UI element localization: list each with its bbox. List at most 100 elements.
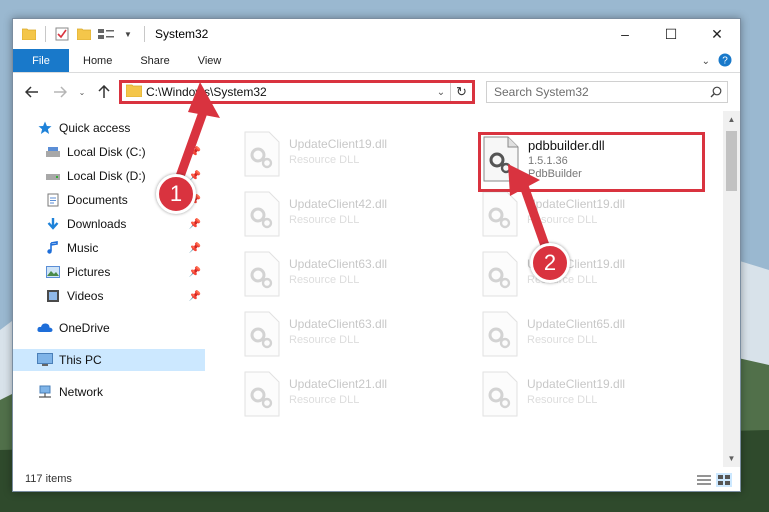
navigation-pane: Quick access Local Disk (C:) 📌 Local Dis…: [13, 115, 209, 467]
title-divider: [144, 26, 145, 42]
file-description: Resource DLL: [289, 154, 360, 166]
minimize-button[interactable]: –: [602, 19, 648, 49]
quick-access-toolbar: ▼: [13, 19, 147, 49]
file-description: Resource DLL: [527, 394, 598, 406]
scroll-down-icon[interactable]: ▼: [723, 450, 740, 467]
address-path[interactable]: C:\Windows\System32: [146, 85, 432, 99]
file-item[interactable]: UpdateClient65.dll Resource DLL: [481, 311, 701, 369]
up-arrow-icon[interactable]: [93, 81, 115, 103]
file-version: 1.5.1.36: [528, 155, 568, 167]
file-item[interactable]: UpdateClient19.dll Resource DLL: [481, 371, 701, 429]
file-item[interactable]: UpdateClient19.dll Resource DLL: [481, 191, 701, 249]
file-name: UpdateClient19.dll: [527, 377, 626, 391]
file-name: UpdateClient19.dll: [289, 137, 388, 151]
back-arrow-icon[interactable]: [21, 81, 43, 103]
pin-icon[interactable]: 📌: [189, 243, 201, 254]
drive-icon: [45, 144, 61, 160]
file-list: UpdateClient19.dll Resource DLL pdbbuild…: [221, 111, 721, 467]
sidebar-item-label: This PC: [59, 353, 102, 367]
tab-share[interactable]: Share: [126, 49, 183, 72]
file-description: Resource DLL: [527, 334, 598, 346]
view-toggle: [696, 473, 732, 487]
pin-icon[interactable]: 📌: [189, 147, 201, 158]
customize-toolbar-icon[interactable]: [98, 26, 114, 42]
dll-file-icon: [243, 131, 283, 179]
sidebar-item-onedrive[interactable]: OneDrive: [13, 317, 205, 339]
sidebar-item-label: Network: [59, 385, 104, 399]
expand-ribbon-icon[interactable]: ⌄: [702, 56, 710, 67]
sidebar-item-downloads[interactable]: Downloads 📌: [13, 213, 205, 235]
sidebar-item-network[interactable]: Network: [13, 381, 205, 403]
search-box[interactable]: [486, 81, 728, 103]
file-item[interactable]: UpdateClient63.dll Resource DLL: [243, 311, 463, 369]
item-count: 117 items: [25, 473, 72, 485]
file-item[interactable]: UpdateClient42.dll Resource DLL: [243, 191, 463, 249]
status-bar: 117 items: [13, 467, 740, 491]
sidebar-item-label: Pictures: [67, 265, 111, 279]
details-view-icon[interactable]: [696, 473, 712, 487]
vertical-scrollbar[interactable]: ▲ ▼: [723, 111, 740, 467]
tab-view[interactable]: View: [184, 49, 236, 72]
pin-icon[interactable]: 📌: [189, 219, 201, 230]
pin-icon[interactable]: 📌: [189, 267, 201, 278]
file-item[interactable]: UpdateClient63.dll Resource DLL: [243, 251, 463, 309]
documents-icon: [45, 192, 61, 208]
file-name: pdbbuilder.dll: [528, 138, 605, 153]
toolbar-divider: [45, 26, 46, 42]
forward-arrow-icon[interactable]: [49, 81, 71, 103]
file-description: Resource DLL: [289, 214, 360, 226]
file-explorer-window: ▼ System32 – ☐ ✕ File Home Share View ⌄ …: [12, 18, 741, 492]
sidebar-item-music[interactable]: Music 📌: [13, 237, 205, 259]
sidebar-item-quick-access[interactable]: Quick access: [13, 117, 205, 139]
file-name: UpdateClient63.dll: [289, 317, 388, 331]
file-description: Resource DLL: [289, 394, 360, 406]
refresh-icon[interactable]: ↻: [450, 83, 472, 101]
search-icon[interactable]: [705, 86, 727, 98]
sidebar-item-local-disk-c[interactable]: Local Disk (C:) 📌: [13, 141, 205, 163]
cloud-icon: [37, 320, 53, 336]
sidebar-item-pictures[interactable]: Pictures 📌: [13, 261, 205, 283]
new-folder-icon[interactable]: [76, 26, 92, 42]
pictures-icon: [45, 264, 61, 280]
file-item[interactable]: UpdateClient19.dll Resource DLL: [243, 131, 463, 189]
file-item-pdbbuilder[interactable]: pdbbuilder.dll 1.5.1.36 PdbBuilder: [478, 132, 705, 192]
file-description: Resource DLL: [289, 334, 360, 346]
folder-icon: [125, 84, 143, 100]
chevron-down-icon[interactable]: ▼: [120, 26, 136, 42]
scroll-up-icon[interactable]: ▲: [723, 111, 740, 128]
sidebar-item-label: OneDrive: [59, 321, 110, 335]
file-description: PdbBuilder: [528, 168, 582, 180]
title-bar: ▼ System32 – ☐ ✕: [13, 19, 740, 49]
file-item[interactable]: UpdateClient21.dll Resource DLL: [243, 371, 463, 429]
address-dropdown-icon[interactable]: ⌄: [432, 87, 450, 98]
tab-home[interactable]: Home: [69, 49, 126, 72]
dll-file-icon: [243, 311, 283, 359]
sidebar-item-label: Music: [67, 241, 99, 255]
network-icon: [37, 384, 53, 400]
pin-icon[interactable]: 📌: [189, 291, 201, 302]
file-name: UpdateClient42.dll: [289, 197, 388, 211]
address-bar[interactable]: C:\Windows\System32 ⌄ ↻: [119, 80, 475, 104]
dll-file-icon: [243, 251, 283, 299]
annotation-badge-1: 1: [156, 174, 196, 214]
scrollbar-thumb[interactable]: [726, 131, 737, 191]
sidebar-item-this-pc[interactable]: This PC: [13, 349, 205, 371]
close-button[interactable]: ✕: [694, 19, 740, 49]
window-title: System32: [155, 27, 209, 41]
tab-file[interactable]: File: [13, 49, 69, 72]
recent-locations-icon[interactable]: ⌄: [71, 81, 93, 103]
dll-file-icon: [243, 191, 283, 239]
properties-icon[interactable]: [54, 26, 70, 42]
file-name: UpdateClient65.dll: [527, 317, 626, 331]
sidebar-item-label: Quick access: [59, 121, 131, 135]
large-icons-view-icon[interactable]: [716, 473, 732, 487]
search-input[interactable]: [494, 85, 705, 99]
downloads-icon: [45, 216, 61, 232]
sidebar-item-videos[interactable]: Videos 📌: [13, 285, 205, 307]
dll-file-icon: [482, 136, 522, 184]
maximize-button[interactable]: ☐: [648, 19, 694, 49]
help-icon[interactable]: ?: [718, 53, 732, 70]
drive-icon: [45, 168, 61, 184]
file-item[interactable]: UpdateClient19.dll Resource DLL: [481, 251, 701, 309]
pc-icon: [37, 352, 53, 368]
